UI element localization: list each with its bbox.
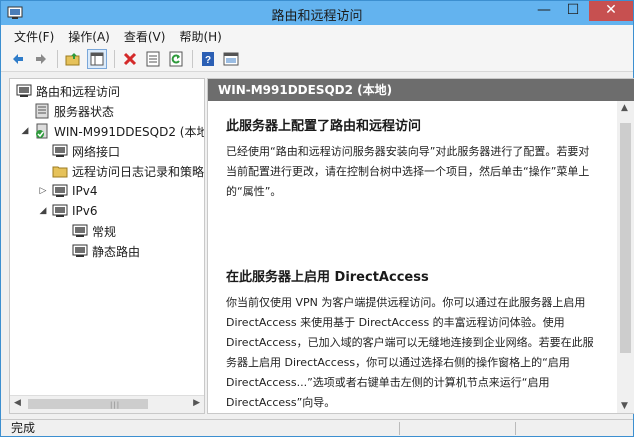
server-status-icon (35, 103, 49, 119)
close-button[interactable]: ✕ (589, 1, 633, 21)
tree-label: 服务器状态 (54, 104, 115, 119)
server-icon (36, 123, 48, 139)
minimize-button[interactable]: — (530, 1, 558, 21)
tree-item-server-status[interactable]: 服务器状态 (34, 101, 114, 121)
main-content: 路由和远程访问 服务器状态 ◢ WIN-M991DDESQD2 (本地 网络接口… (1, 74, 634, 414)
console-icon[interactable] (222, 50, 240, 68)
scroll-thumb[interactable] (28, 399, 148, 409)
back-arrow-icon[interactable] (9, 50, 27, 68)
tree-label: 静态路由 (92, 244, 141, 259)
maximize-button[interactable]: ☐ (559, 1, 587, 21)
up-folder-icon[interactable] (64, 50, 82, 68)
scroll-up-icon[interactable]: ▲ (621, 103, 628, 113)
tree-label: WIN-M991DDESQD2 (本地 (54, 124, 205, 139)
forward-arrow-icon[interactable] (32, 50, 50, 68)
console-tree: 路由和远程访问 服务器状态 ◢ WIN-M991DDESQD2 (本地 网络接口… (9, 78, 205, 414)
properties-icon[interactable] (144, 50, 162, 68)
menu-action[interactable]: 操作(A) (61, 28, 117, 45)
tree-item-static-routes[interactable]: 静态路由 (72, 241, 140, 261)
network-interface-icon (52, 144, 68, 157)
svg-text:?: ? (205, 55, 211, 66)
directaccess-title: 在此服务器上启用 DirectAccess (226, 270, 429, 285)
scroll-right-icon[interactable]: ▶ (193, 398, 200, 408)
details-vertical-scrollbar[interactable]: ▲ ▼ (617, 101, 634, 413)
tree-item-network-interfaces[interactable]: 网络接口 (52, 141, 120, 161)
tree-item-ipv6[interactable]: ◢ IPv6 (38, 201, 98, 221)
configured-text: 已经使用“路由和远程访问服务器安装向导”对此服务器进行了配置。若要对当前配置进行… (226, 145, 590, 198)
grip-icon: ||| (110, 401, 121, 409)
scroll-thumb[interactable] (620, 123, 631, 353)
scroll-left-icon[interactable]: ◀ (14, 398, 21, 408)
computer-icon (16, 84, 32, 97)
tree-item-ipv4[interactable]: ▷ IPv4 (38, 181, 98, 201)
tree-label: IPv4 (72, 184, 98, 198)
menu-view[interactable]: 查看(V) (117, 28, 173, 45)
show-hide-tree-icon[interactable] (87, 49, 107, 69)
details-pane: WIN-M991DDESQD2 (本地) 此服务器上配置了路由和远程访问 已经使… (207, 78, 634, 414)
folder-icon (52, 166, 68, 178)
toolbar-separator (57, 50, 58, 68)
computer-icon (52, 204, 68, 217)
status-divider (515, 422, 516, 435)
app-window: 路由和远程访问 — ☐ ✕ 文件(F) 操作(A) 查看(V) 帮助(H) ? … (0, 0, 634, 437)
toolbar-separator (192, 50, 193, 68)
tree-item-general[interactable]: 常规 (72, 221, 116, 241)
title-bar[interactable]: 路由和远程访问 — ☐ ✕ (1, 1, 633, 25)
status-text: 完成 (11, 421, 36, 435)
directaccess-text: 你当前仅使用 VPN 为客户端提供远程访问。你可以通过在此服务器上启用 Dire… (226, 296, 594, 409)
scroll-down-icon[interactable]: ▼ (621, 401, 628, 411)
delete-icon[interactable] (121, 50, 139, 68)
expand-arrow-icon[interactable]: ▷ (38, 186, 48, 196)
collapse-arrow-icon[interactable]: ◢ (38, 206, 48, 216)
computer-icon (72, 244, 88, 257)
tree-item-remote-logging[interactable]: 远程访问日志记录和策略 (52, 161, 204, 181)
tree-label: 路由和远程访问 (36, 84, 121, 99)
tree-horizontal-scrollbar[interactable]: ◀ ||| ▶ (10, 395, 204, 413)
tree-item-routing-root[interactable]: 路由和远程访问 (16, 81, 120, 101)
toolbar: ? (1, 47, 633, 72)
refresh-icon[interactable] (167, 50, 185, 68)
status-bar: 完成 (1, 419, 633, 436)
tree-label: 网络接口 (72, 144, 121, 159)
tree-label: IPv6 (72, 204, 98, 218)
details-body: 此服务器上配置了路由和远程访问 已经使用“路由和远程访问服务器安装向导”对此服务… (208, 101, 617, 413)
tree-label: 常规 (92, 224, 117, 239)
menu-file[interactable]: 文件(F) (7, 28, 61, 45)
tree-label: 远程访问日志记录和策略 (72, 164, 205, 179)
computer-icon (72, 224, 88, 237)
details-header: WIN-M991DDESQD2 (本地) (208, 79, 634, 101)
menu-bar: 文件(F) 操作(A) 查看(V) 帮助(H) (1, 25, 633, 47)
tree-item-server[interactable]: ◢ WIN-M991DDESQD2 (本地 (20, 121, 205, 141)
help-icon[interactable]: ? (199, 50, 217, 68)
collapse-arrow-icon[interactable]: ◢ (20, 126, 30, 136)
toolbar-separator (114, 50, 115, 68)
menu-help[interactable]: 帮助(H) (172, 28, 228, 45)
status-divider (399, 422, 400, 435)
configured-title: 此服务器上配置了路由和远程访问 (226, 119, 422, 134)
computer-icon (52, 184, 68, 197)
